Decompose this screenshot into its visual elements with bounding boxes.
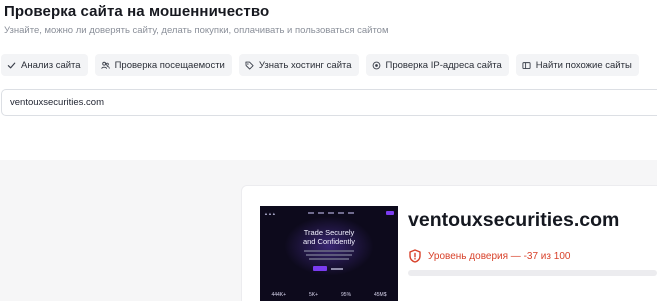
- target-icon: [372, 61, 381, 70]
- site-name: ventouxsecurities.com: [408, 209, 620, 231]
- site-url-input[interactable]: [1, 89, 657, 116]
- shield-alert-icon: [408, 249, 422, 263]
- preview-headline-line2: and Confidently: [302, 237, 356, 246]
- preview-secondary-button: [331, 267, 343, 270]
- preview-logo: ▲▲▲: [264, 210, 276, 216]
- tab-traffic-check[interactable]: Проверка посещаемости: [94, 54, 232, 76]
- tab-site-analysis[interactable]: Анализ сайта: [1, 54, 88, 76]
- trust-level-label: Уровень доверия — -37 из 100: [428, 250, 571, 262]
- preview-stat: 5K+: [309, 292, 319, 298]
- preview-stat: 444K+: [271, 292, 287, 298]
- tab-label: Проверка IP-адреса сайта: [385, 59, 502, 71]
- preview-text-line: [306, 254, 352, 256]
- preview-stat: 45M$: [374, 292, 387, 298]
- preview-nav-links: [307, 212, 354, 214]
- preview-primary-button: [313, 266, 327, 271]
- tab-hosting-lookup[interactable]: Узнать хостинг сайта: [238, 54, 359, 76]
- users-icon: [100, 61, 110, 70]
- tab-ip-check[interactable]: Проверка IP-адреса сайта: [365, 54, 509, 76]
- trust-progress-bar: [408, 270, 657, 276]
- preview-headline-line1: Trade Securely: [303, 228, 355, 237]
- trust-level: Уровень доверия — -37 из 100: [408, 249, 570, 263]
- check-icon: [7, 61, 16, 70]
- tab-similar-sites[interactable]: Найти похожие сайты: [515, 54, 639, 76]
- preview-text-line: [309, 258, 349, 260]
- tool-tabs: Анализ сайта Проверка посещаемости Узнат…: [1, 54, 639, 76]
- window-icon: [522, 61, 531, 70]
- tab-label: Найти похожие сайты: [535, 59, 632, 71]
- preview-headline: Trade Securely and Confidently: [260, 228, 398, 246]
- site-preview-thumbnail[interactable]: ▲▲▲ Trade Securely and Confidently 444K+…: [260, 206, 398, 301]
- preview-navbar: ▲▲▲: [264, 210, 394, 216]
- preview-stats: 444K+ 5K+ 95% 45M$: [260, 292, 398, 298]
- preview-stat: 95%: [341, 292, 352, 298]
- preview-text-line: [304, 250, 354, 252]
- tab-label: Проверка посещаемости: [114, 59, 225, 71]
- preview-glow: [284, 216, 374, 276]
- tab-label: Анализ сайта: [21, 59, 81, 71]
- page-title: Проверка сайта на мошенничество: [4, 3, 270, 20]
- preview-nav-button: [385, 211, 394, 215]
- tab-label: Узнать хостинг сайта: [258, 59, 352, 71]
- tag-icon: [245, 61, 254, 70]
- page-subtitle: Узнайте, можно ли доверять сайту, делать…: [4, 25, 389, 36]
